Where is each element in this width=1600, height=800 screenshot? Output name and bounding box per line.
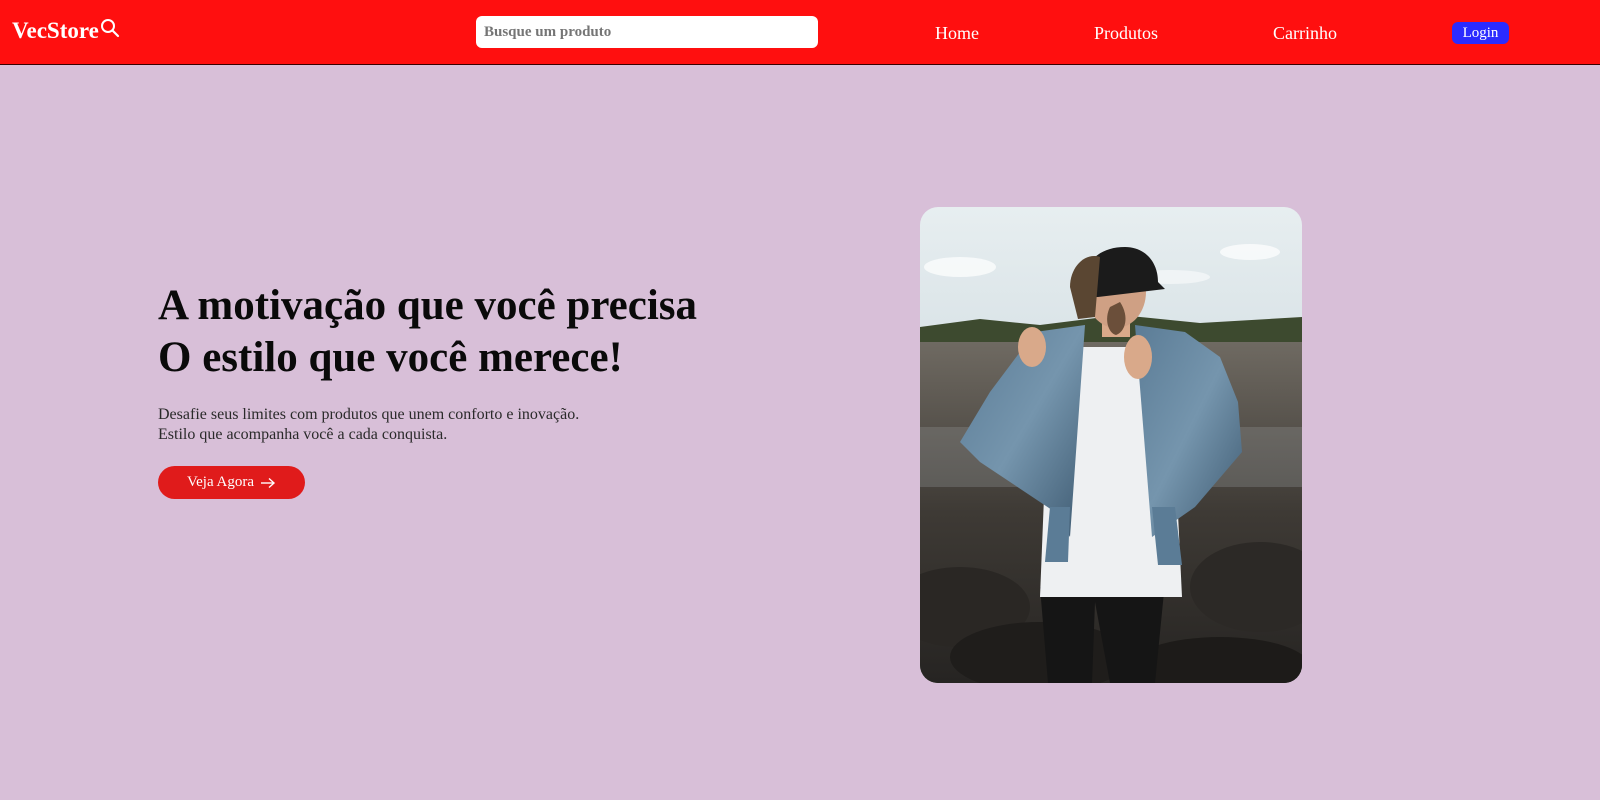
hero-description: Desafie seus limites com produtos que un… — [158, 405, 579, 445]
arrow-right-icon — [260, 477, 276, 489]
hero-description-line-2: Estilo que acompanha você a cada conquis… — [158, 426, 448, 443]
brand-name: VecStore — [12, 18, 99, 43]
hero-description-line-1: Desafie seus limites com produtos que un… — [158, 406, 580, 423]
nav-link-carrinho[interactable]: Carrinho — [1273, 22, 1337, 44]
login-button[interactable]: Login — [1452, 22, 1509, 44]
nav-link-home[interactable]: Home — [935, 22, 979, 44]
veja-agora-button[interactable]: Veja Agora — [158, 466, 305, 499]
nav-link-produtos[interactable]: Produtos — [1094, 22, 1158, 44]
search-input[interactable] — [476, 16, 818, 48]
hero-title-line-2: O estilo que você merece! — [158, 334, 623, 381]
hero-title: A motivação que você precisa O estilo qu… — [158, 280, 697, 384]
navbar: VecStore Home Produtos Carrinho Login — [0, 0, 1600, 65]
cta-label: Veja Agora — [186, 474, 255, 490]
hero-title-line-1: A motivação que você precisa — [158, 282, 698, 329]
search-icon — [100, 17, 120, 39]
hero-image — [920, 207, 1302, 683]
brand-logo[interactable]: VecStore — [12, 17, 120, 45]
